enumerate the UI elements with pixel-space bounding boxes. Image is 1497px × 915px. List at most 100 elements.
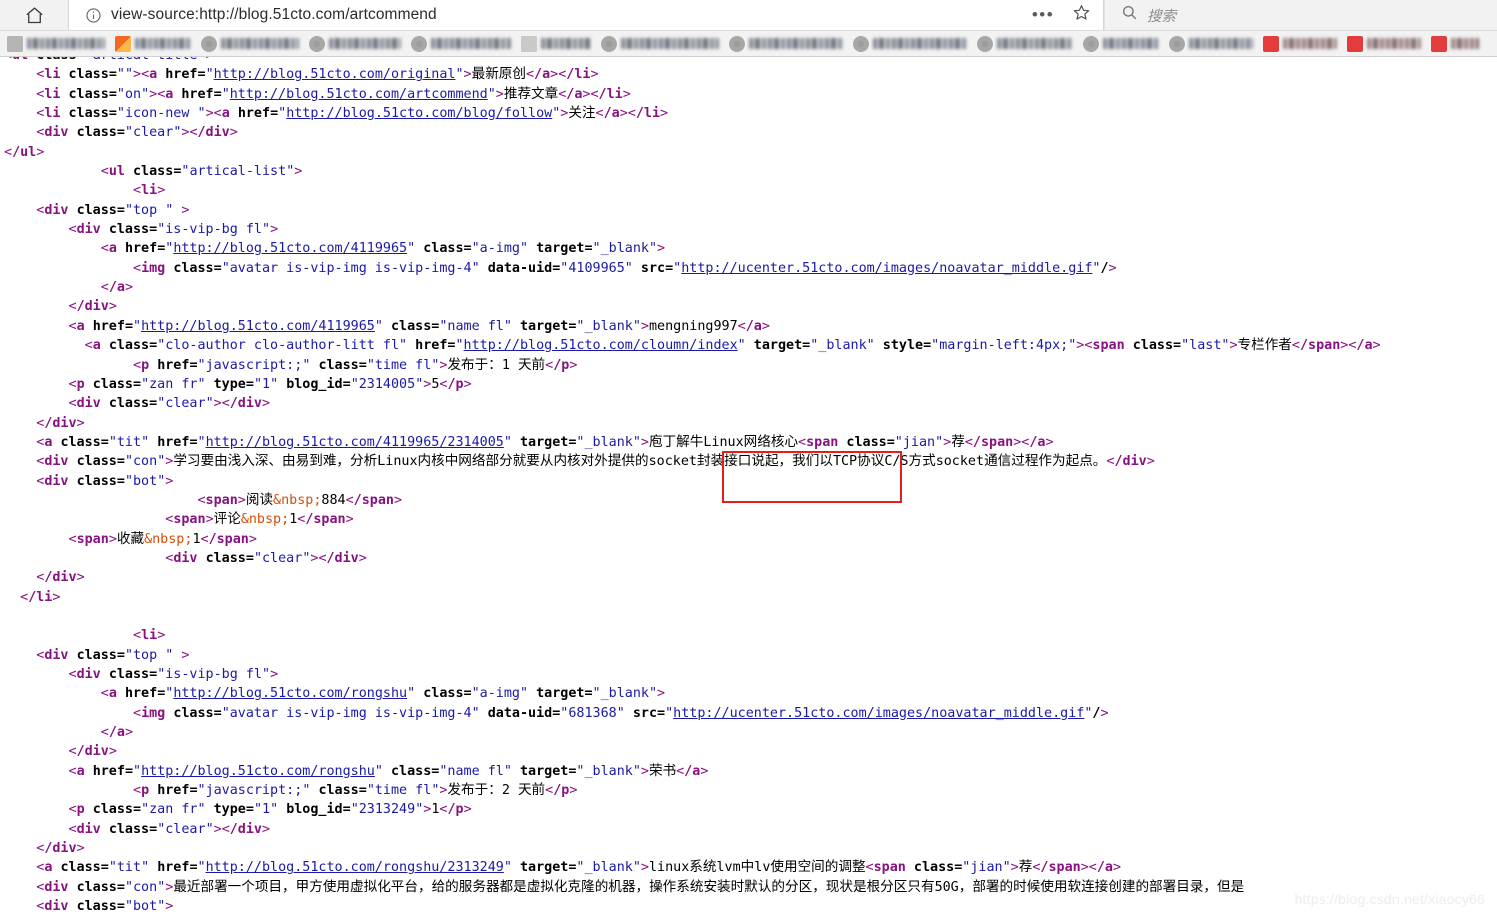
bookmark-star-button[interactable] xyxy=(1063,1,1099,30)
source-line: <span>收藏&nbsp;1</span> xyxy=(68,530,257,547)
source-line: </a> xyxy=(100,280,133,296)
source-line: <div class="bot"> xyxy=(36,899,174,915)
source-line: </div> xyxy=(68,299,117,315)
source-line: </li> xyxy=(20,589,61,605)
info-circle-icon[interactable] xyxy=(83,5,103,25)
source-line: <p class="zan fr" type="1" blog_id="2313… xyxy=(68,802,472,818)
bookmark-label xyxy=(135,38,191,49)
bookmark-item[interactable] xyxy=(1258,32,1342,56)
bookmark-item[interactable] xyxy=(196,32,304,56)
bookmark-label xyxy=(621,38,719,49)
source-line: <span>评论&nbsp;1</span> xyxy=(165,511,354,528)
source-line: <div class="con">最近部署一个项目，甲方使用虚拟化平台，给的服务… xyxy=(36,878,1245,895)
bookmark-item[interactable] xyxy=(304,32,406,56)
bookmark-label xyxy=(27,38,105,49)
bookmark-item[interactable] xyxy=(596,32,724,56)
watermark-text: https://blog.csdn.net/xiaocy66 xyxy=(1294,891,1485,907)
bookmark-item[interactable] xyxy=(1342,32,1426,56)
bookmark-favicon-icon xyxy=(309,35,325,52)
source-line: <p href="javascript:;" class="time fl">发… xyxy=(133,356,578,373)
bookmark-label xyxy=(541,38,591,49)
bookmark-favicon-icon xyxy=(201,35,217,52)
source-line: <li> xyxy=(133,183,166,199)
bookmark-item[interactable] xyxy=(848,32,972,56)
source-line: <div class="clear"></div> xyxy=(68,821,271,837)
source-line: <a class="tit" href="http://blog.51cto.c… xyxy=(36,433,1054,450)
source-line: <div class="con">学习要由浅入深、由易到难，分析Linux内核中… xyxy=(36,453,1155,470)
bookmark-label xyxy=(1189,38,1253,49)
source-line: <div class="clear"></div> xyxy=(36,125,238,141)
bookmark-label xyxy=(749,38,843,49)
source-line: <a href="http://blog.51cto.com/4119965" … xyxy=(100,241,666,257)
more-actions-button[interactable]: ••• xyxy=(1025,1,1061,30)
bookmark-favicon-icon xyxy=(1083,35,1099,52)
bookmark-favicon-icon xyxy=(977,35,993,52)
bookmark-item[interactable] xyxy=(1426,32,1484,56)
bookmark-favicon-icon xyxy=(7,35,23,52)
bookmark-label xyxy=(997,38,1073,49)
search-input-placeholder: 搜索 xyxy=(1147,8,1176,25)
source-line: </div> xyxy=(36,570,85,586)
bookmark-favicon-icon xyxy=(521,35,537,52)
source-code-listing: <ul class="artical-title"> <li class="">… xyxy=(0,57,1497,915)
source-line: <a class="tit" href="http://blog.51cto.c… xyxy=(36,859,1122,876)
bookmarks-bar xyxy=(0,31,1497,57)
source-line: <div class="bot"> xyxy=(36,473,174,489)
home-button[interactable] xyxy=(0,0,68,30)
bookmark-favicon-icon xyxy=(601,35,617,52)
source-line: </div> xyxy=(36,415,85,431)
source-line: <span>阅读&nbsp;884</span> xyxy=(197,491,403,508)
bookmark-favicon-icon xyxy=(1169,35,1185,52)
bookmark-favicon-icon xyxy=(1347,35,1363,52)
bookmark-label xyxy=(431,38,511,49)
search-icon xyxy=(1121,4,1138,26)
search-box[interactable]: 搜索 xyxy=(1104,0,1497,30)
bookmark-label xyxy=(1451,38,1479,49)
star-icon xyxy=(1072,3,1091,27)
bookmark-favicon-icon xyxy=(115,35,131,52)
address-bar[interactable]: view-source:http://blog.51cto.com/artcom… xyxy=(68,0,1104,30)
bookmark-item[interactable] xyxy=(1078,32,1164,56)
source-line: <a class="clo-author clo-author-litt fl"… xyxy=(84,337,1381,354)
source-line: <div class="top " > xyxy=(36,202,190,218)
bookmark-item[interactable] xyxy=(1164,32,1258,56)
bookmark-label xyxy=(1367,38,1421,49)
source-line: <li class="icon-new "><a href="http://bl… xyxy=(36,105,669,122)
address-bar-actions: ••• xyxy=(1025,0,1099,30)
browser-chrome: view-source:http://blog.51cto.com/artcom… xyxy=(0,0,1497,57)
source-line: <li> xyxy=(133,628,166,644)
bookmark-item[interactable] xyxy=(406,32,516,56)
source-line: <li class=""><a href="http://blog.51cto.… xyxy=(36,66,599,83)
browser-toolbar: view-source:http://blog.51cto.com/artcom… xyxy=(0,0,1497,31)
bookmark-label xyxy=(1283,38,1337,49)
source-line: <li class="on"><a href="http://blog.51ct… xyxy=(36,85,631,102)
bookmark-item[interactable] xyxy=(972,32,1078,56)
source-line: <img class="avatar is-vip-img is-vip-img… xyxy=(133,260,1117,276)
bookmark-favicon-icon xyxy=(1431,35,1447,52)
source-line: </a> xyxy=(100,725,133,741)
source-line: </ul> xyxy=(4,144,45,160)
source-line: <p href="javascript:;" class="time fl">发… xyxy=(133,782,578,799)
source-line: <a href="http://blog.51cto.com/rongshu" … xyxy=(68,762,709,779)
home-icon xyxy=(24,5,45,26)
bookmark-item[interactable] xyxy=(724,32,848,56)
source-line: <div class="is-vip-bg fl"> xyxy=(68,667,279,682)
source-line: <div class="top " > xyxy=(36,647,190,663)
bookmark-favicon-icon xyxy=(729,35,745,52)
bookmark-item[interactable] xyxy=(516,32,596,56)
source-line xyxy=(4,607,1497,626)
bookmark-item[interactable] xyxy=(2,32,110,56)
source-line: <ul class="artical-list"> xyxy=(100,164,303,180)
view-source-content[interactable]: <ul class="artical-title"> <li class="">… xyxy=(0,57,1497,915)
bookmark-item[interactable] xyxy=(110,32,196,56)
address-bar-url: view-source:http://blog.51cto.com/artcom… xyxy=(111,6,437,23)
source-line: <div class="clear"></div> xyxy=(165,550,367,566)
bookmark-label xyxy=(221,38,299,49)
bookmark-label xyxy=(873,38,967,49)
source-line: <img class="avatar is-vip-img is-vip-img… xyxy=(133,705,1109,721)
source-line: <a href="http://blog.51cto.com/4119965" … xyxy=(68,318,770,334)
bookmark-favicon-icon xyxy=(853,35,869,52)
source-line: </div> xyxy=(36,841,85,857)
source-line: <ul class="artical-title"> xyxy=(4,57,1497,65)
bookmark-favicon-icon xyxy=(411,35,427,52)
